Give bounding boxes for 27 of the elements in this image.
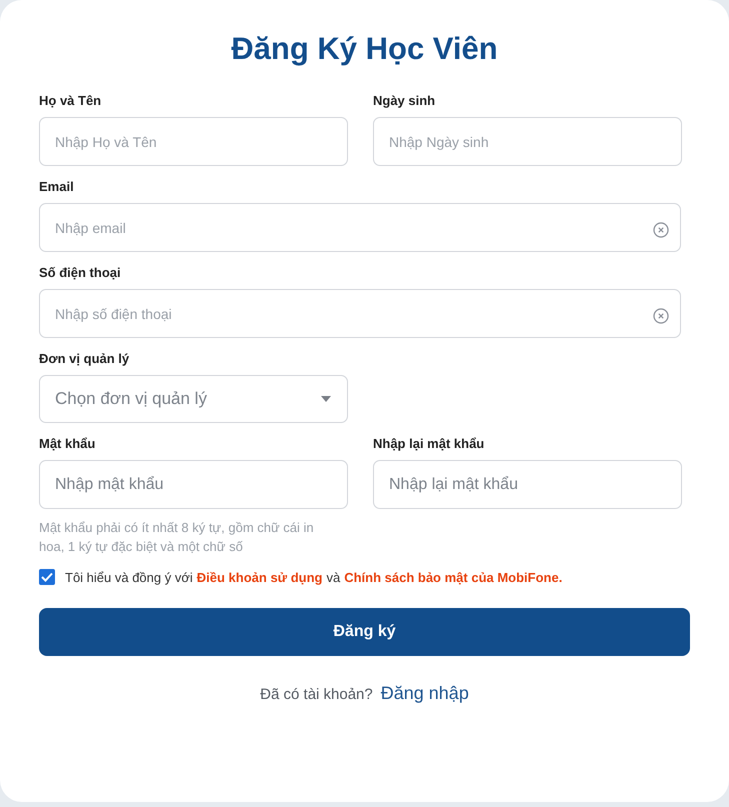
input-field[interactable]: Nhập số điện thoại: [39, 289, 681, 338]
input-field[interactable]: Nhập mật khẩu: [39, 460, 348, 509]
password-hint: Mật khẩu phải có ít nhất 8 ký tự, gồm chữ cái in hoa, 1 ký tự đặc biệt và một chữ số: [39, 519, 315, 556]
select-field[interactable]: Chọn đơn vị quản lý: [39, 375, 348, 423]
field-label: Số điện thoại: [39, 265, 122, 280]
input-field[interactable]: Nhập email: [39, 203, 681, 252]
field-label: Ngày sinh: [373, 93, 436, 108]
privacy-link[interactable]: Chính sách bảo mật của MobiFone.: [344, 570, 562, 584]
field-label: Mật khẩu: [39, 436, 96, 451]
clear-icon[interactable]: [653, 222, 669, 238]
form-title: Đăng Ký Học Viên: [230, 31, 499, 67]
agreement-text: và: [326, 570, 340, 584]
clear-icon[interactable]: [653, 308, 669, 324]
input-field[interactable]: Nhập Ngày sinh: [373, 117, 682, 166]
input-field[interactable]: Nhập lại mật khẩu: [373, 460, 682, 509]
field-label: Email: [39, 179, 75, 194]
login-link[interactable]: Đăng nhập: [380, 683, 469, 704]
input-field[interactable]: Nhập Họ và Tên: [39, 117, 348, 166]
field-label: Họ và Tên: [39, 93, 102, 108]
footer-text: Đã có tài khoản?: [260, 686, 373, 703]
register-button[interactable]: Đăng ký: [39, 608, 690, 656]
field-label: Nhập lại mật khẩu: [373, 436, 486, 451]
agreement-text: Tôi hiểu và đồng ý với: [65, 570, 193, 584]
field-label: Đơn vị quản lý: [39, 351, 130, 366]
checkbox[interactable]: [39, 569, 55, 585]
terms-link[interactable]: Điều khoản sử dụng: [196, 570, 322, 584]
caret-icon: [321, 396, 331, 402]
